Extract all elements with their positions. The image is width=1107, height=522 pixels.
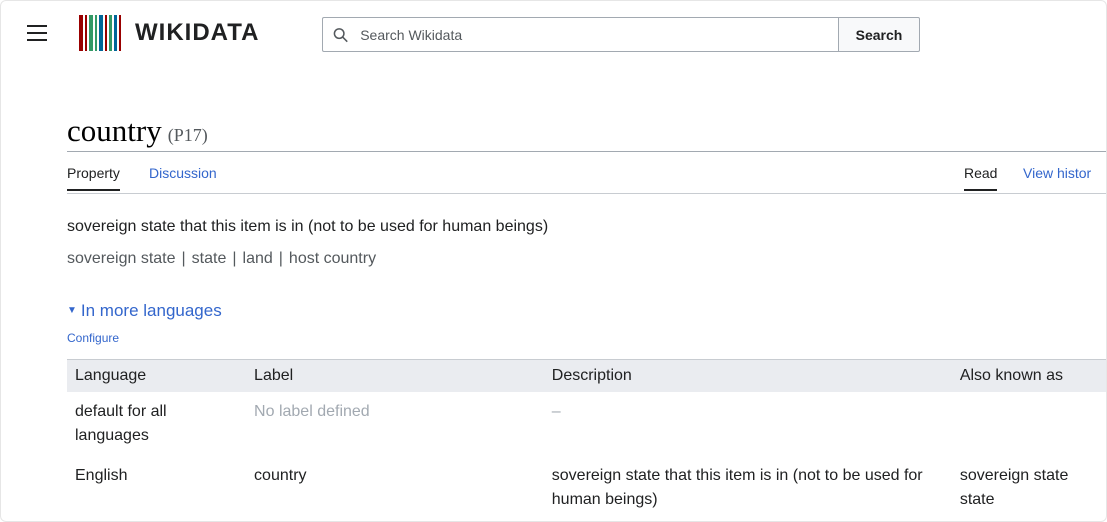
alias-item: host country bbox=[288, 250, 377, 267]
table-row: English country sovereign state that thi… bbox=[67, 456, 1106, 520]
hamburger-menu-icon[interactable] bbox=[25, 25, 49, 45]
table-header-row: Language Label Description Also known as bbox=[67, 359, 1106, 392]
tab-read[interactable]: Read bbox=[964, 165, 998, 191]
wikidata-logo[interactable]: WIKIDATA bbox=[79, 14, 259, 52]
barcode-bar bbox=[95, 15, 97, 51]
cell-aliases bbox=[952, 392, 1106, 456]
alias-item: state bbox=[191, 250, 227, 267]
cell-label: No label defined bbox=[254, 402, 370, 420]
barcode-logo-icon bbox=[79, 15, 123, 51]
barcode-bar bbox=[114, 15, 117, 51]
barcode-bar bbox=[105, 15, 107, 51]
alias-item: land bbox=[242, 250, 273, 267]
cell-label: country bbox=[254, 466, 307, 484]
triangle-down-icon: ▼ bbox=[67, 305, 77, 316]
cell-language: default for all languages bbox=[75, 402, 167, 444]
search-button[interactable]: Search bbox=[838, 17, 920, 52]
alias-item: sovereign state bbox=[67, 250, 176, 267]
property-label: country bbox=[67, 113, 162, 148]
table-row: default for all languages No label defin… bbox=[67, 392, 1106, 456]
in-more-languages-toggle[interactable]: ▼ In more languages bbox=[67, 301, 222, 321]
tab-property[interactable]: Property bbox=[67, 165, 120, 191]
search-input[interactable] bbox=[358, 25, 838, 44]
property-id: (P17) bbox=[167, 125, 208, 145]
tabs-divider bbox=[67, 193, 1106, 194]
column-header-description: Description bbox=[543, 359, 952, 392]
cell-description: sovereign state that this item is in (no… bbox=[551, 466, 923, 508]
cell-language: English bbox=[75, 466, 128, 484]
barcode-bar bbox=[99, 15, 103, 51]
property-description: sovereign state that this item is in (no… bbox=[67, 218, 549, 235]
cell-aliases: sovereign state state bbox=[959, 466, 1069, 508]
column-header-language: Language bbox=[67, 359, 247, 392]
cell-description: – bbox=[551, 402, 561, 420]
page-title: country (P17) bbox=[67, 113, 208, 149]
barcode-bar bbox=[89, 15, 93, 51]
search-icon bbox=[333, 27, 348, 42]
tab-view-history[interactable]: View histor bbox=[1023, 165, 1091, 181]
barcode-bar bbox=[79, 15, 83, 51]
barcode-bar bbox=[119, 15, 121, 51]
configure-link[interactable]: Configure bbox=[67, 331, 119, 345]
page-frame: WIKIDATA Search country(P17) Property Di… bbox=[0, 0, 1107, 522]
logo-wordmark: WIKIDATA bbox=[135, 19, 260, 46]
languages-table: Language Label Description Also known as… bbox=[67, 359, 1106, 520]
column-header-aliases: Also known as bbox=[951, 359, 1106, 392]
column-header-label: Label bbox=[246, 359, 544, 392]
search-form: Search bbox=[322, 17, 920, 52]
tab-discussion[interactable]: Discussion bbox=[149, 165, 217, 181]
barcode-bar bbox=[85, 15, 87, 51]
property-aliases: sovereign state | state | land | host country bbox=[67, 250, 377, 267]
title-divider bbox=[67, 151, 1106, 152]
barcode-bar bbox=[109, 15, 112, 51]
search-field[interactable] bbox=[322, 17, 838, 52]
